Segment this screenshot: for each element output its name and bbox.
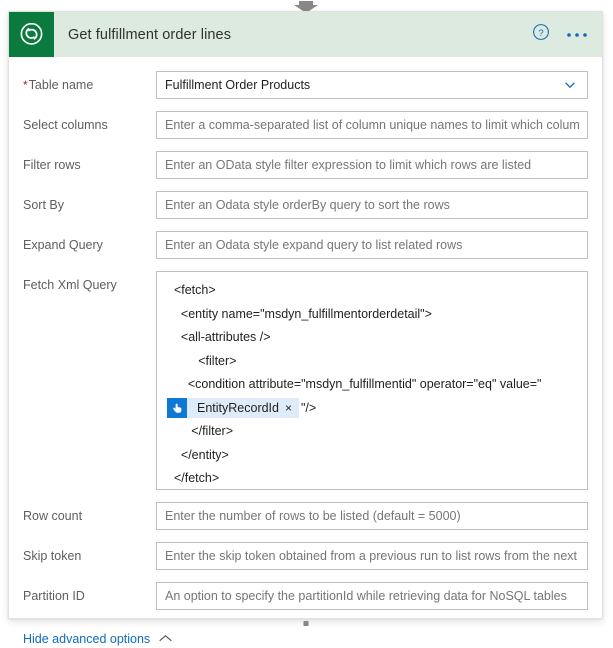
skip-token-input[interactable]: Enter the skip token obtained from a pre… xyxy=(156,542,588,570)
label-skip-token: Skip token xyxy=(23,549,82,563)
code-line: <all-attributes /> xyxy=(167,330,271,344)
control-fetch-xml-query: <fetch> <entity name="msdyn_fulfillmento… xyxy=(156,271,588,490)
sort-by-input[interactable]: Enter an Odata style orderBy query to so… xyxy=(156,191,588,219)
help-circle-icon: ? xyxy=(532,23,550,46)
dynamic-content-token[interactable]: EntityRecordId × xyxy=(167,398,299,419)
chevron-up-icon xyxy=(158,630,173,648)
label-partition-id: Partition ID xyxy=(23,589,85,603)
code-line-with-token: EntityRecordId × "/> xyxy=(167,397,577,421)
code-line: <filter> xyxy=(167,353,237,368)
field-row-row-count: Row count Enter the number of rows to be… xyxy=(23,502,588,530)
control-table-name: Fulfillment Order Products xyxy=(156,71,588,99)
field-row-select-columns: Select columns Enter a comma-separated l… xyxy=(23,111,588,139)
hide-advanced-options-label: Hide advanced options xyxy=(23,632,151,646)
fetch-xml-query-editor[interactable]: <fetch> <entity name="msdyn_fulfillmento… xyxy=(156,271,588,490)
ellipsis-icon xyxy=(566,26,588,44)
control-sort-by: Enter an Odata style orderBy query to so… xyxy=(156,191,588,219)
control-row-count: Enter the number of rows to be listed (d… xyxy=(156,502,588,530)
select-columns-placeholder: Enter a comma-separated list of column u… xyxy=(165,118,579,132)
control-skip-token: Enter the skip token obtained from a pre… xyxy=(156,542,588,570)
control-partition-id: An option to specify the partitionId whi… xyxy=(156,582,588,610)
field-row-expand-query: Expand Query Enter an Odata style expand… xyxy=(23,231,588,259)
table-name-value: Fulfillment Order Products xyxy=(165,78,311,92)
card-title: Get fulfillment order lines xyxy=(68,26,232,43)
field-row-skip-token: Skip token Enter the skip token obtained… xyxy=(23,542,588,570)
field-row-partition-id: Partition ID An option to specify the pa… xyxy=(23,582,588,610)
expand-query-input[interactable]: Enter an Odata style expand query to lis… xyxy=(156,231,588,259)
filter-rows-placeholder: Enter an OData style filter expression t… xyxy=(165,158,532,172)
token-label: EntityRecordId xyxy=(197,400,279,415)
control-expand-query: Enter an Odata style expand query to lis… xyxy=(156,231,588,259)
expand-query-placeholder: Enter an Odata style expand query to lis… xyxy=(165,238,463,252)
table-name-dropdown[interactable]: Fulfillment Order Products xyxy=(156,71,588,99)
control-select-columns: Enter a comma-separated list of column u… xyxy=(156,111,588,139)
token-remove-button[interactable]: × xyxy=(285,402,299,414)
touch-hand-icon xyxy=(167,398,187,419)
field-row-filter-rows: Filter rows Enter an OData style filter … xyxy=(23,151,588,179)
control-filter-rows: Enter an OData style filter expression t… xyxy=(156,151,588,179)
label-text: Table name xyxy=(28,78,94,92)
action-card: Get fulfillment order lines ? *Table nam… xyxy=(8,11,603,646)
svg-text:?: ? xyxy=(538,28,543,39)
partition-id-placeholder: An option to specify the partitionId whi… xyxy=(165,589,567,603)
sort-by-placeholder: Enter an Odata style orderBy query to so… xyxy=(165,198,450,212)
help-button[interactable]: ? xyxy=(526,20,556,50)
skip-token-placeholder: Enter the skip token obtained from a pre… xyxy=(165,549,579,563)
code-line: </filter> xyxy=(167,424,233,438)
label-filter-rows: Filter rows xyxy=(23,158,81,172)
label-row-count: Row count xyxy=(23,509,83,523)
header-actions: ? xyxy=(526,20,602,50)
label-table-name: *Table name xyxy=(23,71,156,93)
dataverse-icon xyxy=(9,12,54,57)
code-line: <condition attribute="msdyn_fulfillmenti… xyxy=(167,377,542,391)
chevron-down-icon[interactable] xyxy=(557,78,583,92)
card-body: *Table name Fulfillment Order Products S… xyxy=(9,71,602,648)
field-row-table-name: *Table name Fulfillment Order Products xyxy=(23,71,588,99)
row-count-placeholder: Enter the number of rows to be listed (d… xyxy=(165,509,461,523)
filter-rows-input[interactable]: Enter an OData style filter expression t… xyxy=(156,151,588,179)
card-header[interactable]: Get fulfillment order lines ? xyxy=(9,12,602,57)
field-row-sort-by: Sort By Enter an Odata style orderBy que… xyxy=(23,191,588,219)
field-row-fetch-xml-query: Fetch Xml Query <fetch> <entity name="ms… xyxy=(23,271,588,490)
code-text-after-token: "/> xyxy=(301,400,317,415)
code-line: <entity name="msdyn_fulfillmentorderdeta… xyxy=(167,306,432,321)
required-marker: * xyxy=(23,78,28,92)
partition-id-input[interactable]: An option to specify the partitionId whi… xyxy=(156,582,588,610)
code-line: <fetch> xyxy=(167,283,216,297)
code-line: </entity> xyxy=(167,447,229,462)
select-columns-input[interactable]: Enter a comma-separated list of column u… xyxy=(156,111,588,139)
hide-advanced-options-button[interactable]: Hide advanced options xyxy=(23,630,173,648)
label-select-columns: Select columns xyxy=(23,118,108,132)
more-options-button[interactable] xyxy=(562,20,592,50)
code-line: </fetch> xyxy=(167,471,220,485)
connector-stub-icon xyxy=(303,621,309,626)
label-sort-by: Sort By xyxy=(23,198,64,212)
flow-connector-bottom xyxy=(0,616,613,628)
row-count-input[interactable]: Enter the number of rows to be listed (d… xyxy=(156,502,588,530)
label-expand-query: Expand Query xyxy=(23,238,103,252)
label-fetch-xml-query: Fetch Xml Query xyxy=(23,278,117,292)
